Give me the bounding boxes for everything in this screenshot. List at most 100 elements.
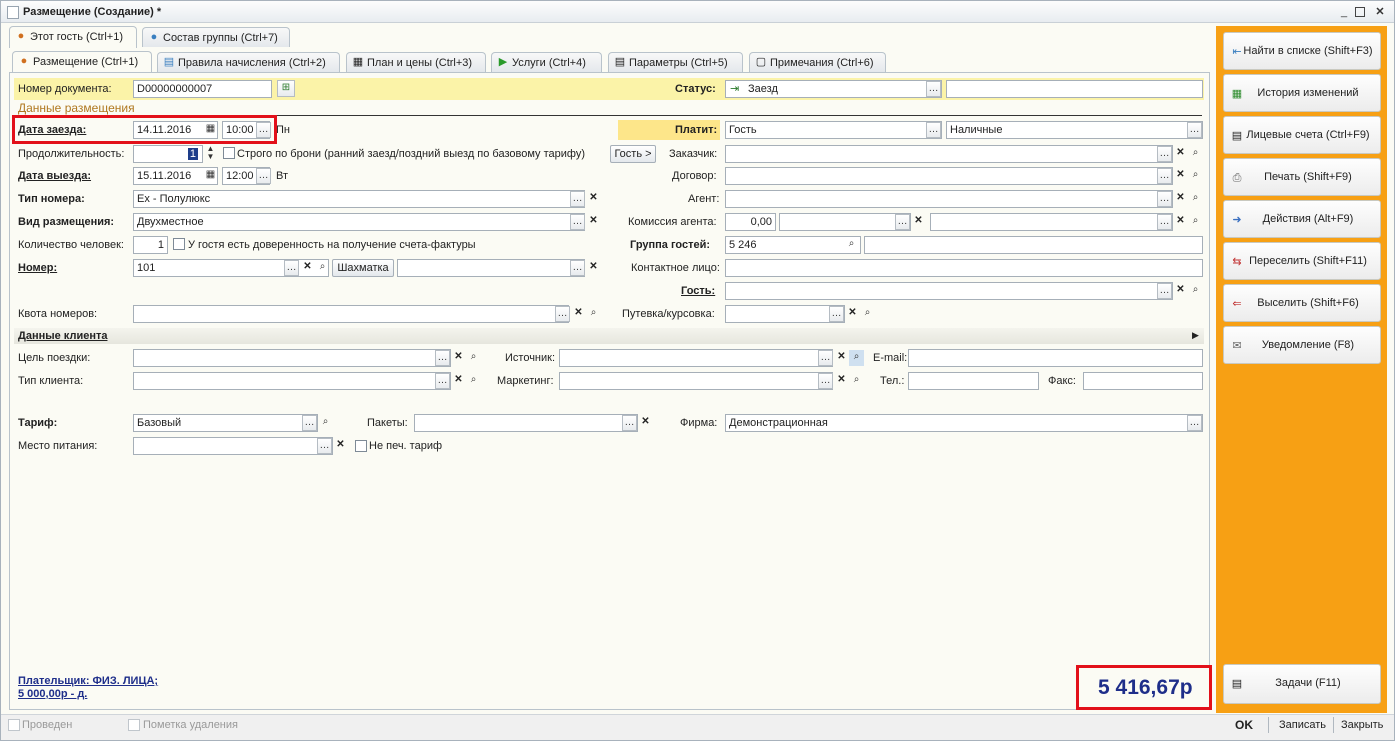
meal-select-button[interactable]: … [317,438,332,454]
spinner-icon[interactable]: ▲ ▼ [203,145,218,161]
clear-icon[interactable]: ✕ [1173,283,1188,299]
source-field[interactable] [559,349,833,367]
client-section-bar[interactable] [14,328,1204,344]
meal-field[interactable] [133,437,333,455]
move-button[interactable]: ⇆ Переселить (Shift+F11) [1223,242,1381,280]
payer-link[interactable]: Плательщик: ФИЗ. ЛИЦА; [18,675,158,687]
commission-currency-field[interactable] [779,213,911,231]
strict-checkbox[interactable] [223,147,235,159]
search-icon[interactable]: ⌕ [1188,168,1203,184]
close-button[interactable]: Закрыть [1341,719,1383,731]
clear-icon[interactable]: ✕ [451,350,466,366]
marketing-field[interactable] [559,372,833,390]
no-print-checkbox[interactable] [355,440,367,452]
actions-button[interactable]: ➜ Действия (Alt+F9) [1223,200,1381,238]
room-extra-field[interactable] [397,259,585,277]
clear-icon[interactable]: ✕ [300,260,315,276]
trip-select-button[interactable]: … [435,350,450,366]
clear-icon[interactable]: ✕ [911,214,926,230]
clear-icon[interactable]: ✕ [571,306,586,322]
expand-arrow-icon[interactable]: ▶ [1192,330,1199,341]
tab-services[interactable]: ▶ Услуги (Ctrl+4) [491,52,602,72]
search-icon[interactable]: ⌕ [1188,146,1203,162]
clear-icon[interactable]: ✕ [1173,191,1188,207]
room-type-select-button[interactable]: … [570,191,585,207]
search-icon[interactable]: ⌕ [1188,191,1203,207]
commission-type-field[interactable] [930,213,1173,231]
notify-button[interactable]: ✉ Уведомление (F8) [1223,326,1381,364]
group-field[interactable]: 5 246 [725,236,861,254]
search-icon[interactable]: ⌕ [1188,214,1203,230]
proxy-checkbox[interactable] [173,238,185,250]
search-icon[interactable]: ⌕ [849,350,864,366]
customer-select-button[interactable]: … [1157,146,1172,162]
packages-field[interactable] [414,414,638,432]
tariff-field[interactable]: Базовый [133,414,318,432]
doc-number-field[interactable]: D00000000007 [133,80,272,98]
trip-purpose-field[interactable] [133,349,451,367]
tab-notes[interactable]: ▢ Примечания (Ctrl+6) [749,52,886,72]
tab-rules[interactable]: ▤ Правила начисления (Ctrl+2) [157,52,340,72]
guest-select-button[interactable]: … [1157,283,1172,299]
clear-icon[interactable]: ✕ [451,373,466,389]
status-select-button[interactable]: … [926,81,941,97]
search-icon[interactable]: ⌕ [315,260,330,276]
clear-icon[interactable]: ✕ [834,373,849,389]
agent-field[interactable] [725,190,1173,208]
phone-field[interactable] [908,372,1039,390]
pays-field[interactable]: Гость [725,121,942,139]
duration-field[interactable]: 1 [133,145,203,163]
tab-this-guest[interactable]: ● Этот гость (Ctrl+1) [9,26,137,48]
add-number-icon[interactable]: ⊞ [277,80,295,97]
search-icon[interactable]: ⌕ [860,306,875,322]
status-extra-field[interactable] [946,80,1203,98]
clear-icon[interactable]: ✕ [1173,146,1188,162]
maximize-button[interactable] [1355,7,1365,17]
payer-amount-link[interactable]: 5 000,00р - д. [18,688,87,700]
tab-params[interactable]: ▤ Параметры (Ctrl+5) [608,52,743,72]
method-select-button[interactable]: … [1187,122,1202,138]
history-button[interactable]: ▦ История изменений [1223,74,1381,112]
voucher-field[interactable] [725,305,845,323]
search-icon[interactable]: ⌕ [466,373,481,389]
pays-select-button[interactable]: … [926,122,941,138]
tab-placement[interactable]: ● Размещение (Ctrl+1) [12,51,152,73]
pays-method-field[interactable]: Наличные [946,121,1203,139]
client-type-select-button[interactable]: … [435,373,450,389]
packages-select-button[interactable]: … [622,415,637,431]
group-name-field[interactable] [864,236,1203,254]
marketing-select-button[interactable]: … [818,373,833,389]
commission-type-select-button[interactable]: … [1157,214,1172,230]
time-select-button[interactable]: … [256,168,271,184]
firm-field[interactable]: Демонстрационная [725,414,1203,432]
source-select-button[interactable]: … [818,350,833,366]
search-icon[interactable]: ⌕ [318,415,333,431]
tariff-select-button[interactable]: … [302,415,317,431]
contract-field[interactable] [725,167,1173,185]
agent-select-button[interactable]: … [1157,191,1172,207]
search-icon[interactable]: ⌕ [844,237,859,253]
guest-field[interactable] [725,282,1173,300]
clear-icon[interactable]: ✕ [586,214,601,230]
search-icon[interactable]: ⌕ [466,350,481,366]
clear-icon[interactable]: ✕ [638,415,653,431]
commission-field[interactable]: 0,00 [725,213,776,231]
clear-icon[interactable]: ✕ [586,260,601,276]
accounts-button[interactable]: ▤ Лицевые счета (Ctrl+F9) [1223,116,1381,154]
ok-button[interactable]: OK [1235,718,1253,732]
clear-icon[interactable]: ✕ [1173,214,1188,230]
client-type-field[interactable] [133,372,451,390]
calendar-icon[interactable]: ▦ [203,168,218,184]
customer-field[interactable] [725,145,1173,163]
accom-type-field[interactable]: Двухместное [133,213,585,231]
search-icon[interactable]: ⌕ [586,306,601,322]
quota-field[interactable] [133,305,569,323]
tasks-button[interactable]: ▤ Задачи (F11) [1223,664,1381,704]
room-extra-select-button[interactable]: … [570,260,585,276]
clear-icon[interactable]: ✕ [333,438,348,454]
status-field[interactable]: ⇥ Заезд [725,80,942,98]
room-type-field[interactable]: Ex - Полулюкс [133,190,585,208]
fax-field[interactable] [1083,372,1203,390]
tab-group[interactable]: ● Состав группы (Ctrl+7) [142,27,290,47]
print-button[interactable]: ⎙ Печать (Shift+F9) [1223,158,1381,196]
